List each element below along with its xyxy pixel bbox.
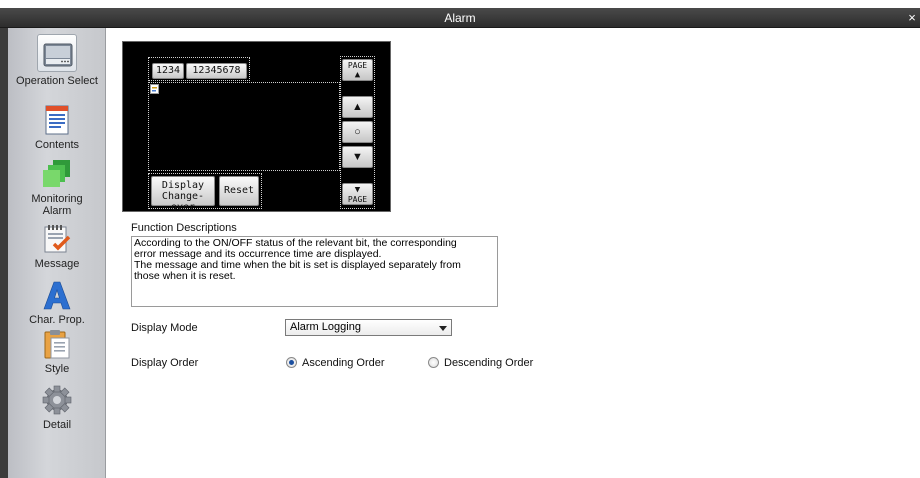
sidebar-item-operation-select[interactable]: Operation Select — [8, 34, 106, 87]
page-down-arrow-icon: ▼ — [354, 185, 361, 195]
alarm-list-area — [148, 82, 340, 171]
sidebar: Operation Select Contents Monitoring Ala… — [8, 28, 106, 478]
function-descriptions-box: According to the ON/OFF status of the re… — [131, 236, 498, 307]
operation-select-icon — [43, 43, 73, 67]
char-prop-icon — [43, 281, 71, 310]
up-arrow-button[interactable]: ▲ — [342, 96, 373, 118]
display-mode-label: Display Mode — [131, 322, 198, 334]
radio-label: Descending Order — [444, 357, 534, 369]
reset-button[interactable]: Reset — [219, 176, 259, 206]
sidebar-item-label: Contents — [34, 139, 80, 151]
page-down-label: PAGE — [347, 195, 368, 204]
page-up-label: PAGE — [347, 61, 368, 70]
page-down-button[interactable]: ▼ PAGE — [342, 183, 373, 205]
display-mode-value: Alarm Logging — [290, 321, 361, 333]
contents-icon — [45, 105, 69, 135]
radio-selected-icon — [286, 357, 297, 368]
title-bar: Alarm × — [0, 8, 920, 28]
tab-1234[interactable]: 1234 — [152, 63, 184, 79]
sidebar-item-style[interactable]: Style — [8, 328, 106, 375]
close-icon[interactable]: × — [906, 10, 918, 25]
alarm-preview: 1234 12345678 PAGE ▲ ▲ ○ ▼ ▼ PAGE Display … — [122, 41, 391, 213]
sidebar-item-label: Operation Select — [16, 75, 98, 87]
display-changeover-button[interactable]: Display Change-over — [151, 176, 215, 213]
detail-icon — [42, 385, 72, 415]
center-button[interactable]: ○ — [342, 121, 373, 143]
window-title: Alarm — [444, 11, 476, 25]
message-icon — [44, 225, 71, 253]
radio-label: Ascending Order — [302, 357, 385, 369]
page-up-arrow-icon: ▲ — [354, 70, 361, 80]
tab-12345678[interactable]: 12345678 — [186, 63, 247, 79]
down-arrow-button[interactable]: ▼ — [342, 146, 373, 168]
monitoring-alarm-icon — [43, 160, 70, 187]
top-band — [0, 0, 920, 8]
sidebar-item-label: Char. Prop. — [29, 314, 85, 326]
sidebar-item-message[interactable]: Message — [8, 223, 106, 270]
circle-icon: ○ — [354, 126, 361, 138]
display-order-label: Display Order — [131, 357, 199, 369]
down-arrow-icon: ▼ — [352, 151, 363, 163]
sidebar-item-label: Monitoring Alarm — [31, 193, 83, 217]
alarm-item-icon — [150, 84, 159, 94]
left-frame — [0, 28, 8, 478]
sidebar-item-label: Style — [44, 363, 70, 375]
radio-unselected-icon — [428, 357, 439, 368]
sidebar-item-monitoring-alarm[interactable]: Monitoring Alarm — [8, 158, 106, 217]
sidebar-item-detail[interactable]: Detail — [8, 384, 106, 431]
radio-ascending-order[interactable]: Ascending Order — [286, 357, 385, 369]
function-descriptions-label: Function Descriptions — [131, 222, 237, 234]
sidebar-item-label: Message — [34, 258, 80, 270]
sidebar-item-char-prop[interactable]: Char. Prop. — [8, 279, 106, 326]
page-up-button[interactable]: PAGE ▲ — [342, 59, 373, 81]
display-mode-select[interactable]: Alarm Logging — [285, 319, 452, 336]
chevron-down-icon — [439, 326, 447, 331]
up-arrow-icon: ▲ — [352, 101, 363, 113]
sidebar-item-contents[interactable]: Contents — [8, 104, 106, 151]
radio-descending-order[interactable]: Descending Order — [428, 357, 533, 369]
style-icon — [44, 330, 70, 359]
sidebar-item-label: Detail — [42, 419, 72, 431]
